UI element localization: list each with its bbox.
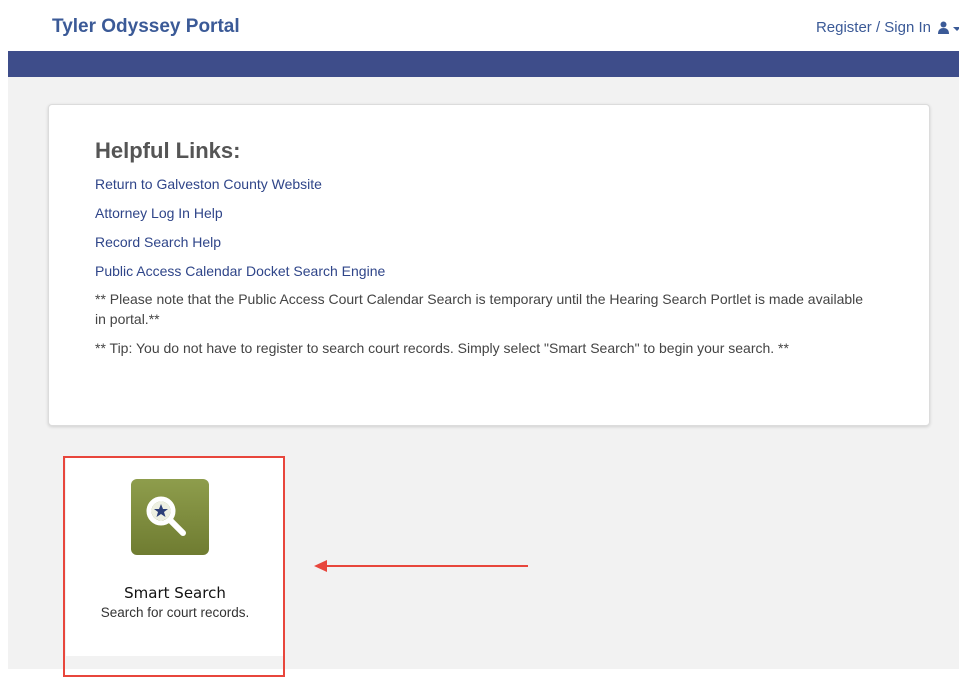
register-sign-in-menu[interactable]: Register / Sign In	[816, 19, 959, 36]
magnifier-star-icon	[131, 479, 209, 555]
calendar-search-note: ** Please note that the Public Access Co…	[95, 291, 864, 327]
helpful-links-heading: Helpful Links:	[95, 138, 241, 163]
link-galveston-county-website[interactable]: Return to Galveston County Website	[95, 176, 322, 192]
chevron-down-icon	[953, 21, 959, 34]
left-arrow-icon	[314, 558, 530, 574]
link-attorney-log-in-help[interactable]: Attorney Log In Help	[95, 205, 223, 221]
top-header: Tyler Odyssey Portal Register / Sign In	[8, 0, 959, 38]
portal-title[interactable]: Tyler Odyssey Portal	[52, 16, 240, 38]
helpful-links-panel: Helpful Links: Return to Galveston Count…	[48, 104, 930, 426]
smart-search-tile[interactable]: Smart Search Search for court records.	[66, 458, 284, 656]
link-calendar-docket-search[interactable]: Public Access Calendar Docket Search Eng…	[95, 263, 385, 279]
link-record-search-help[interactable]: Record Search Help	[95, 234, 221, 250]
user-icon	[938, 21, 949, 34]
footer-strip	[8, 669, 959, 679]
tip-note: ** Tip: You do not have to register to s…	[95, 340, 789, 356]
smart-search-title[interactable]: Smart Search	[66, 584, 284, 602]
smart-search-description: Search for court records.	[100, 605, 250, 620]
register-sign-in-label[interactable]: Register / Sign In	[816, 19, 931, 36]
navigation-bar	[8, 51, 959, 77]
